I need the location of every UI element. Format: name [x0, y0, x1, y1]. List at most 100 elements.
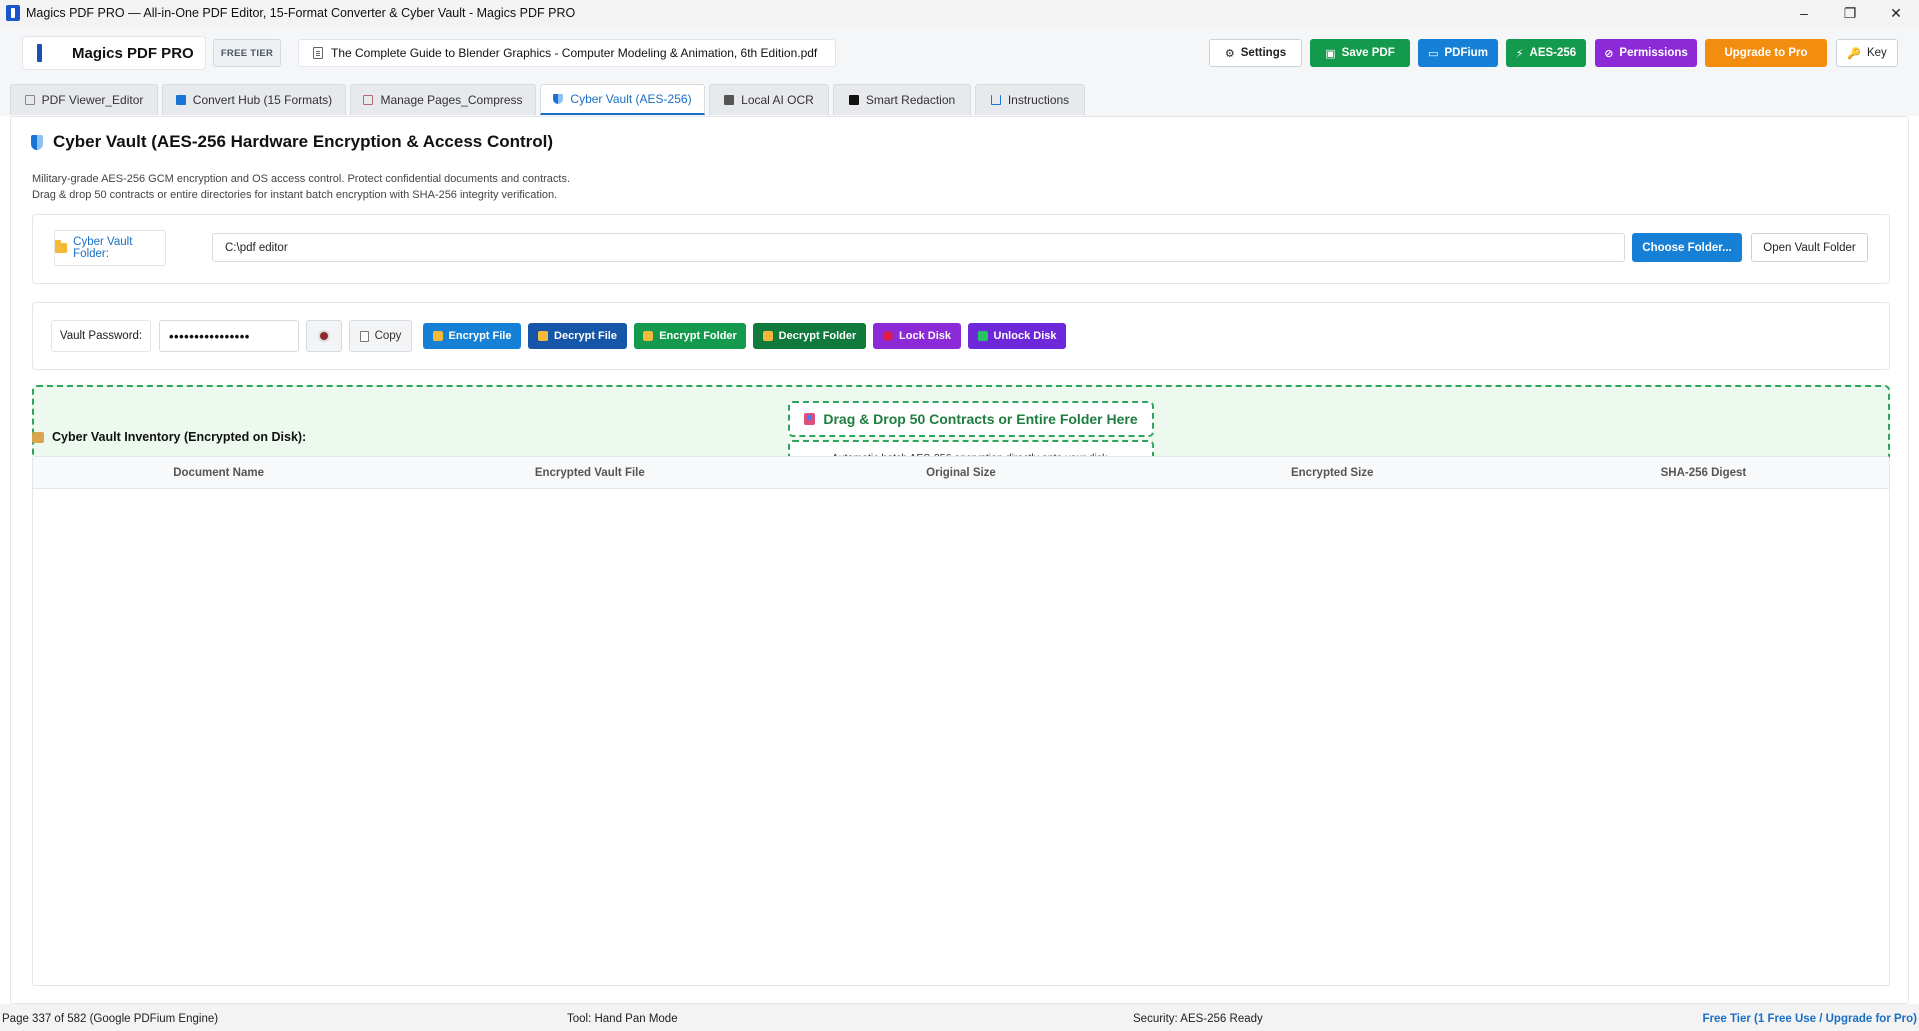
folder-icon [643, 331, 654, 341]
key-button[interactable]: 🔑 Key [1836, 39, 1898, 67]
convert-icon [175, 95, 186, 105]
vault-folder-card: Cyber Vault Folder: C:\pdf editor Choose… [32, 214, 1890, 284]
permissions-button[interactable]: ⊘ Permissions [1595, 39, 1697, 67]
decrypt-folder-button[interactable]: Decrypt Folder [753, 323, 866, 349]
status-tier-link[interactable]: Free Tier (1 Free Use / Upgrade for Pro) [1702, 1013, 1917, 1025]
encrypt-folder-label: Encrypt Folder [659, 330, 737, 342]
redaction-icon [848, 95, 859, 105]
aes-256-button[interactable]: ⚡ AES-256 [1506, 39, 1586, 67]
no-entry-icon: ⊘ [1604, 47, 1614, 60]
tab-pdf-viewer-editor[interactable]: PDF Viewer_Editor [10, 84, 158, 115]
drop-zone-title: Drag & Drop 50 Contracts or Entire Folde… [788, 401, 1154, 437]
lightning-icon: ⚡ [1515, 47, 1524, 60]
tab-instructions[interactable]: Instructions [975, 84, 1085, 115]
lock-icon [432, 331, 443, 341]
open-vault-folder-button[interactable]: Open Vault Folder [1751, 233, 1868, 262]
description-line-2: Drag & drop 50 contracts or entire direc… [32, 189, 558, 201]
pages-icon [363, 95, 374, 105]
check-icon [977, 331, 988, 341]
gear-icon: ⚙ [1224, 47, 1235, 60]
column-encrypted-size[interactable]: Encrypted Size [1147, 457, 1518, 488]
ocr-icon [724, 95, 735, 105]
vault-password-card: Vault Password: •••••••••••••••• Copy En… [32, 302, 1890, 370]
pdfium-button[interactable]: ▭ PDFium [1418, 39, 1498, 67]
column-document-name[interactable]: Document Name [33, 457, 404, 488]
save-label: Save PDF [1341, 47, 1395, 59]
unlock-disk-label: Unlock Disk [993, 330, 1057, 342]
monitor-icon: ▭ [1428, 47, 1439, 60]
lock-disk-label: Lock Disk [899, 330, 951, 342]
table-header: Document Name Encrypted Vault File Origi… [33, 457, 1889, 489]
key-icon: 🔑 [1847, 47, 1861, 60]
decrypt-file-button[interactable]: Decrypt File [528, 323, 627, 349]
app-name: Magics PDF PRO [72, 44, 194, 62]
tab-label: Instructions [1007, 93, 1070, 107]
vault-folder-label-text: Cyber Vault Folder: [73, 236, 133, 260]
status-tool: Tool: Hand Pan Mode [567, 1013, 678, 1025]
tab-label: PDF Viewer_Editor [41, 93, 144, 107]
copy-label: Copy [374, 330, 402, 342]
tab-local-ai-ocr[interactable]: Local AI OCR [709, 84, 829, 115]
folder-icon [55, 240, 68, 253]
window-title: Magics PDF PRO — All-in-One PDF Editor, … [26, 6, 576, 20]
app-header: Magics PDF PRO FREE TIER The Complete Gu… [0, 26, 1919, 80]
permissions-label: Permissions [1619, 47, 1688, 59]
show-password-button[interactable] [306, 320, 342, 352]
drop-zone-title-text: Drag & Drop 50 Contracts or Entire Folde… [823, 411, 1138, 427]
column-original-size[interactable]: Original Size [775, 457, 1146, 488]
vault-inventory-table: Document Name Encrypted Vault File Origi… [32, 456, 1890, 986]
tab-label: Manage Pages_Compress [380, 93, 523, 107]
page-title-text: Cyber Vault (AES-256 Hardware Encryption… [53, 132, 554, 151]
encrypt-file-label: Encrypt File [448, 330, 512, 342]
main-tabs: PDF Viewer_Editor Convert Hub (15 Format… [0, 80, 1919, 116]
column-sha-256-digest[interactable]: SHA-256 Digest [1518, 457, 1889, 488]
package-icon [32, 431, 44, 443]
upgrade-label: Upgrade to Pro [1724, 47, 1808, 59]
tab-manage-pages[interactable]: Manage Pages_Compress [350, 84, 536, 115]
lock-disk-button[interactable]: Lock Disk [873, 323, 961, 349]
status-page: Page 337 of 582 (Google PDFium Engine) [2, 1013, 219, 1025]
save-pdf-button[interactable]: ▣ Save PDF [1310, 39, 1410, 67]
vault-folder-path-input[interactable]: C:\pdf editor [212, 233, 1625, 262]
tier-badge: FREE TIER [213, 39, 281, 67]
tab-label: Local AI OCR [741, 93, 814, 107]
document-icon [313, 47, 323, 59]
shield-icon [31, 134, 43, 150]
unlock-disk-button[interactable]: Unlock Disk [968, 323, 1066, 349]
key-label: Key [1866, 47, 1887, 59]
page-icon [24, 95, 35, 105]
open-folder-icon [762, 331, 773, 341]
window-controls: – ❐ ✕ [1781, 0, 1919, 26]
encrypt-folder-button[interactable]: Encrypt Folder [634, 323, 746, 349]
eye-icon [320, 332, 328, 340]
book-icon [990, 95, 1001, 105]
document-name: The Complete Guide to Blender Graphics -… [331, 46, 818, 60]
close-button[interactable]: ✕ [1873, 0, 1919, 26]
tab-smart-redaction[interactable]: Smart Redaction [833, 84, 971, 115]
column-encrypted-vault-file[interactable]: Encrypted Vault File [404, 457, 775, 488]
logo-icon [37, 44, 42, 62]
choose-folder-button[interactable]: Choose Folder... [1632, 233, 1742, 262]
minimize-button[interactable]: – [1781, 0, 1827, 26]
clipboard-icon [359, 330, 369, 342]
document-name-chip: The Complete Guide to Blender Graphics -… [298, 39, 836, 67]
description-line-1: Military-grade AES-256 GCM encryption an… [32, 173, 571, 185]
upgrade-to-pro-button[interactable]: Upgrade to Pro [1705, 39, 1827, 67]
window-titlebar: Magics PDF PRO — All-in-One PDF Editor, … [0, 0, 1919, 26]
settings-label: Settings [1240, 47, 1287, 59]
vault-password-input[interactable]: •••••••••••••••• [159, 320, 299, 352]
maximize-button[interactable]: ❐ [1827, 0, 1873, 26]
copy-password-button[interactable]: Copy [349, 320, 412, 352]
vault-folder-label: Cyber Vault Folder: [54, 230, 166, 266]
app-icon [6, 5, 20, 21]
decrypt-file-label: Decrypt File [554, 330, 617, 342]
encrypt-file-button[interactable]: Encrypt File [423, 323, 521, 349]
tab-label: Cyber Vault (AES-256) [570, 92, 692, 106]
pdfium-label: PDFium [1444, 47, 1488, 59]
cyber-vault-panel: Cyber Vault (AES-256 Hardware Encryption… [10, 116, 1909, 1004]
tab-cyber-vault[interactable]: Cyber Vault (AES-256) [540, 84, 705, 115]
settings-button[interactable]: ⚙ Settings [1209, 39, 1302, 67]
inventory-title: Cyber Vault Inventory (Encrypted on Disk… [32, 430, 306, 444]
save-icon: ▣ [1325, 47, 1336, 60]
tab-convert-hub[interactable]: Convert Hub (15 Formats) [162, 84, 346, 115]
